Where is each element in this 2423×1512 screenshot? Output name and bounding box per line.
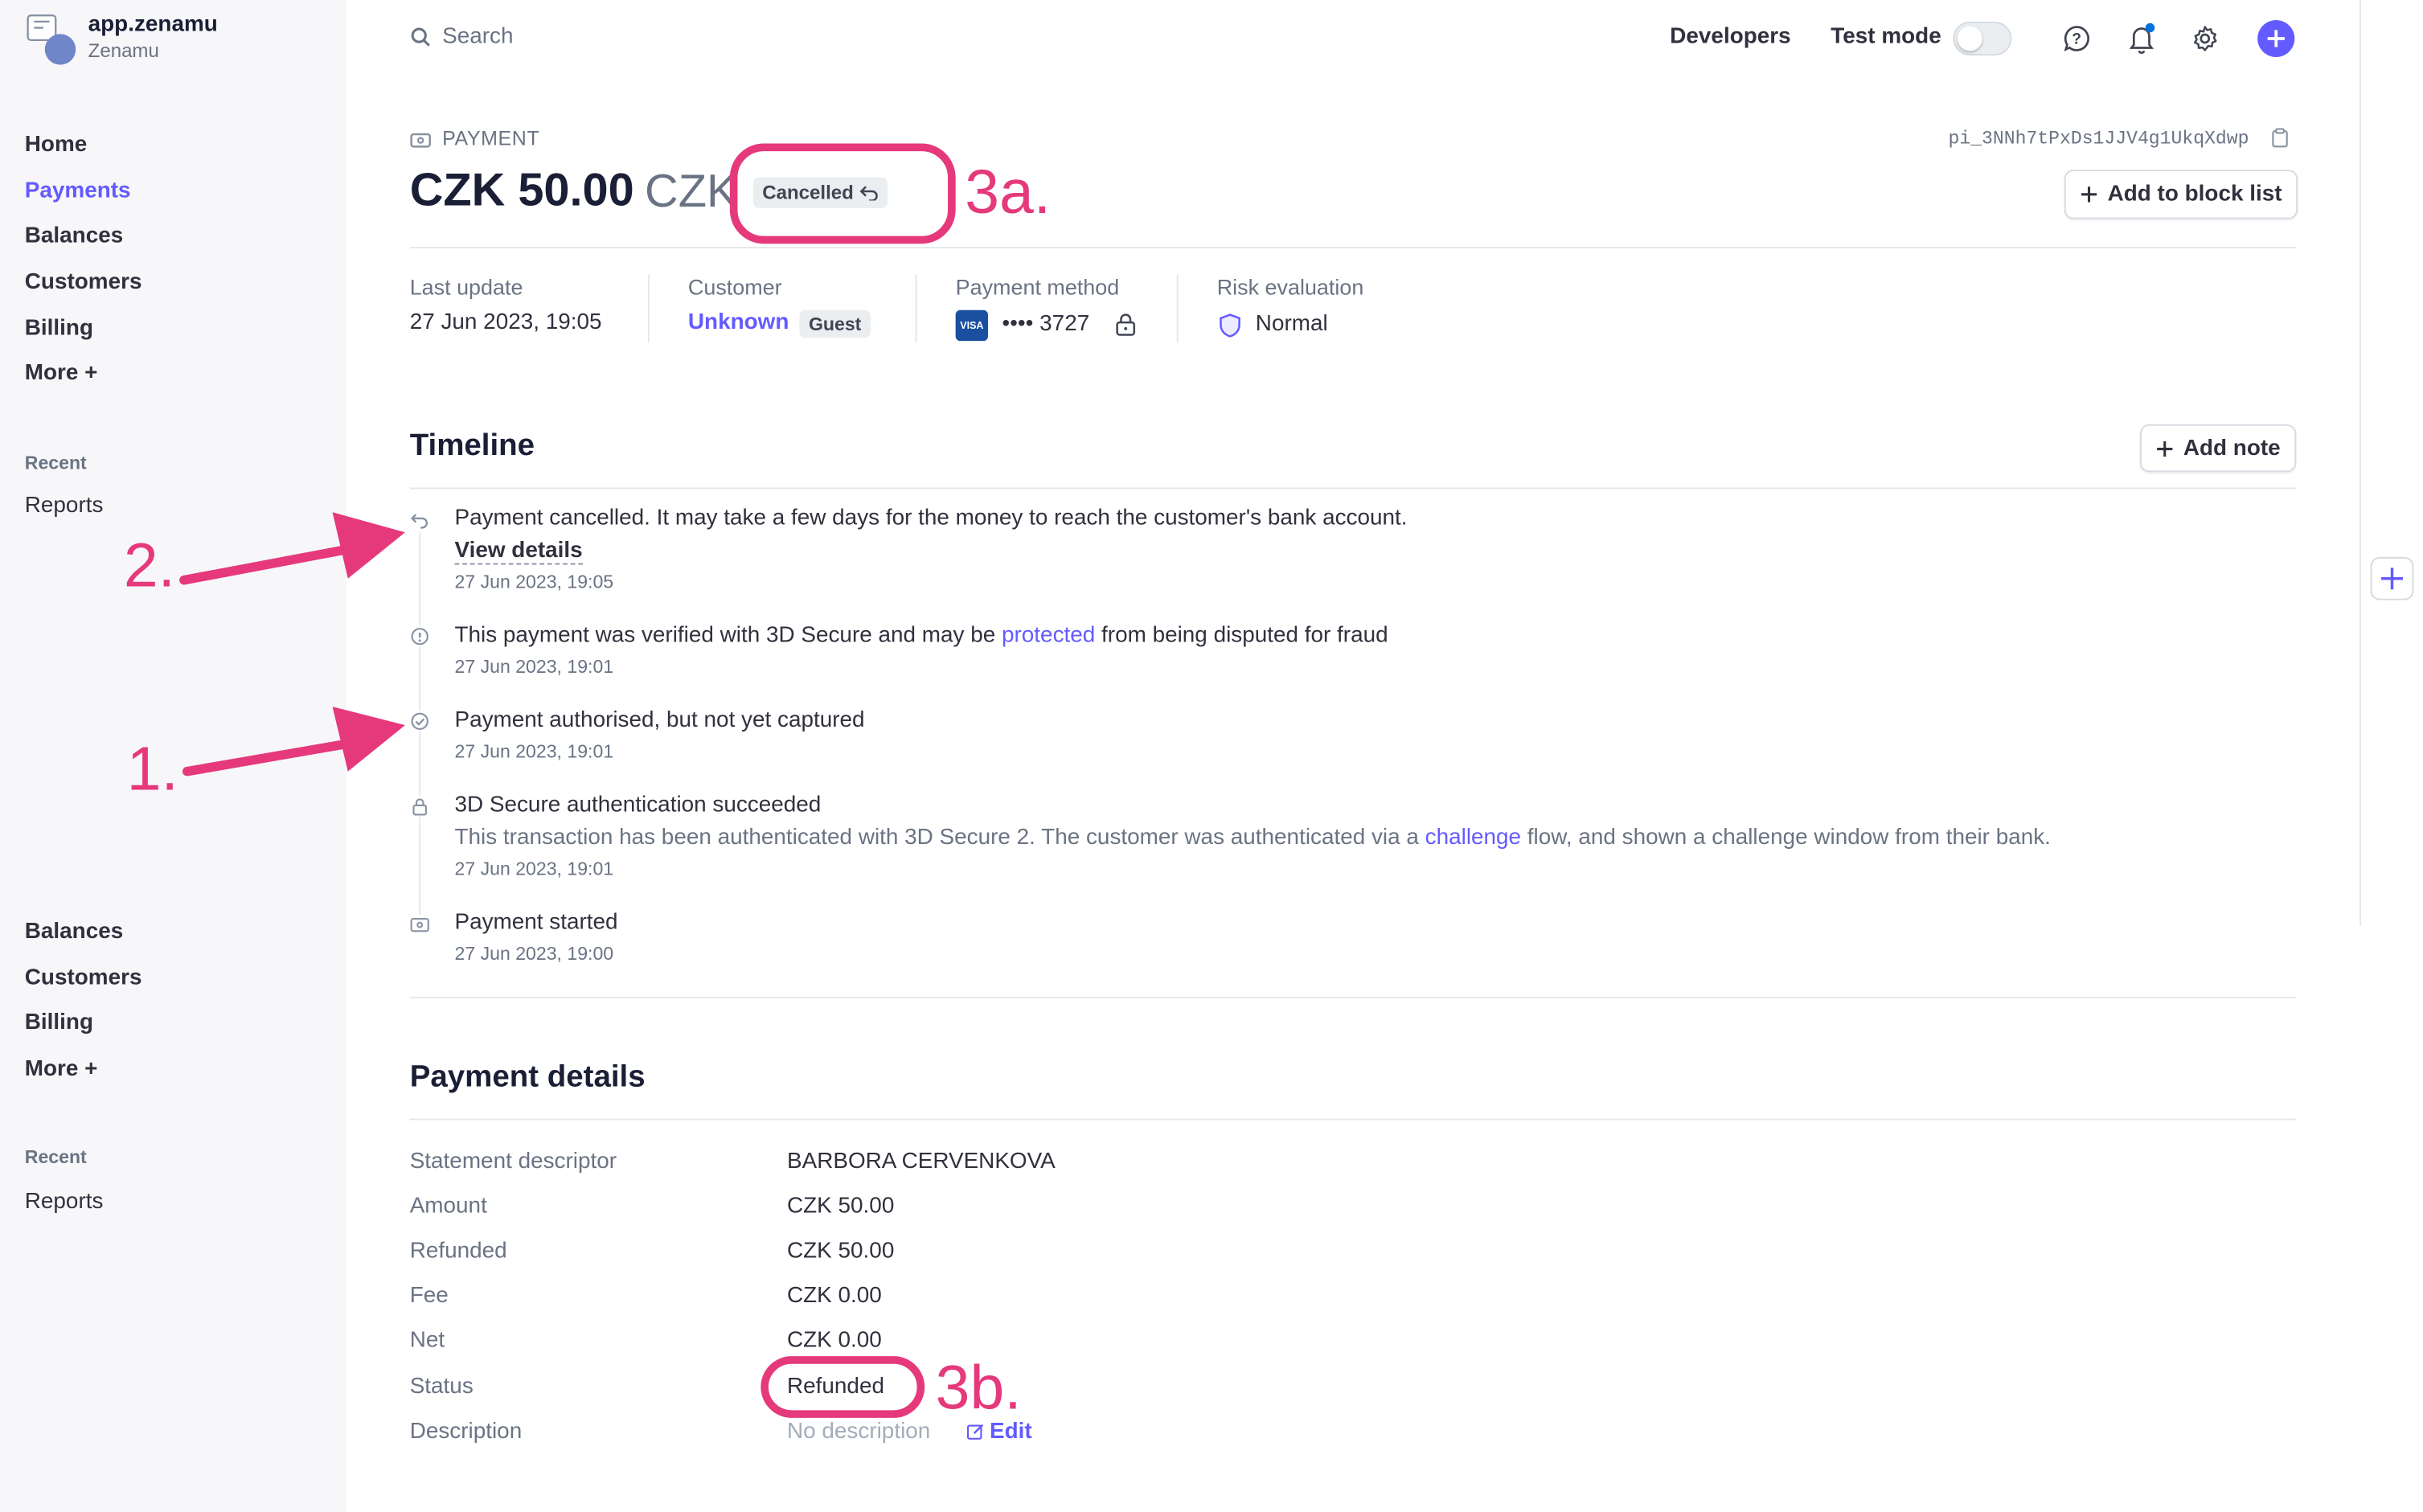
annotation-arrows (179, 512, 405, 776)
annotation-arrowhead-2 (332, 512, 405, 579)
annotation-arrow-1 (182, 739, 353, 776)
annotation-arrow-2 (179, 544, 353, 585)
annotation-arrowhead-1 (332, 707, 405, 772)
